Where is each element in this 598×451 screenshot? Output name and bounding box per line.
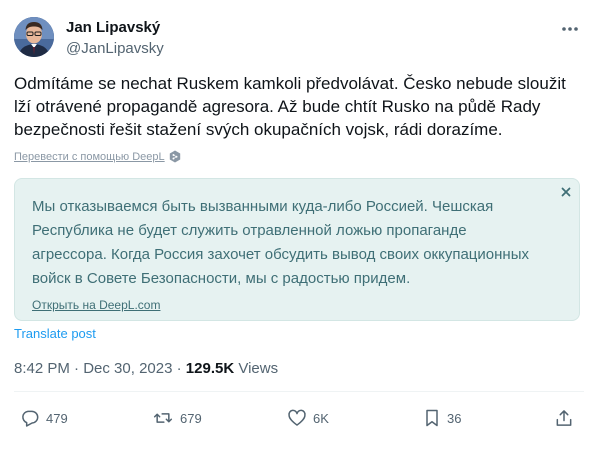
translation-panel: Мы отказываемся быть вызванными куда-либ…: [14, 178, 580, 321]
heart-icon: [288, 409, 306, 426]
bookmark-icon: [426, 409, 438, 427]
share-icon: [556, 410, 572, 426]
translation-line: войск в Совете Безопасности, мы с радост…: [32, 270, 411, 287]
close-icon: [561, 187, 571, 197]
post-date[interactable]: Dec 30, 2023: [83, 360, 172, 377]
reply-count: 479: [46, 410, 68, 426]
open-on-deepl-link[interactable]: Открыть на DeepL.com: [32, 298, 160, 312]
deepl-credit[interactable]: Перевести с помощью DeepL: [14, 150, 181, 163]
repost-button[interactable]: 679: [152, 406, 202, 430]
author-name[interactable]: Jan Lipavský: [66, 19, 160, 36]
tweet-meta: 8:42 PM · Dec 30, 2023 · 129.5K Views: [14, 360, 278, 377]
bookmark-button[interactable]: 36: [423, 406, 461, 430]
post-time[interactable]: 8:42 PM: [14, 360, 70, 377]
translation-line: Республика не будет служить отравленной …: [32, 222, 467, 239]
close-translation-button[interactable]: [556, 182, 576, 202]
views-label: Views: [238, 360, 279, 377]
like-button[interactable]: 6K: [287, 406, 329, 430]
avatar[interactable]: [14, 17, 54, 57]
deepl-credit-link[interactable]: Перевести с помощью DeepL: [14, 151, 165, 163]
share-button[interactable]: [554, 406, 574, 430]
translation-line: агрессора. Когда Россия захочет обсудить…: [32, 246, 529, 263]
more-horizontal-icon: [562, 27, 578, 31]
avatar-image: [14, 17, 54, 57]
meta-separator: ·: [176, 360, 182, 377]
meta-separator: ·: [74, 360, 80, 377]
tweet-line: bezpečnosti řešit stažení svých okupační…: [14, 120, 503, 139]
translate-post-link[interactable]: Translate post: [14, 326, 96, 341]
tweet-card: Jan Lipavský @JanLipavsky Odmítáme se ne…: [0, 0, 598, 451]
tweet-line: Odmítáme se nechat Ruskem kamkoli předvo…: [14, 74, 566, 93]
author-handle[interactable]: @JanLipavsky: [66, 40, 164, 57]
deepl-logo-icon: [169, 150, 180, 163]
repost-icon: [153, 413, 173, 423]
like-count: 6K: [313, 410, 329, 426]
reply-button[interactable]: 479: [20, 406, 68, 430]
bookmark-count: 36: [447, 410, 462, 426]
translation-line: Мы отказываемся быть вызванными куда-либ…: [32, 198, 494, 215]
more-options-button[interactable]: [558, 19, 582, 39]
views-count: 129.5K: [185, 360, 235, 377]
tweet-text: Odmítáme se nechat Ruskem kamkoli předvo…: [14, 72, 584, 141]
translation-text: Мы отказываемся быть вызванными куда-либ…: [32, 195, 552, 291]
divider: [14, 391, 584, 392]
reply-icon: [22, 410, 39, 427]
tweet-line: lží otrávené propagandě agresora. Až bud…: [14, 97, 541, 116]
repost-count: 679: [180, 410, 202, 426]
